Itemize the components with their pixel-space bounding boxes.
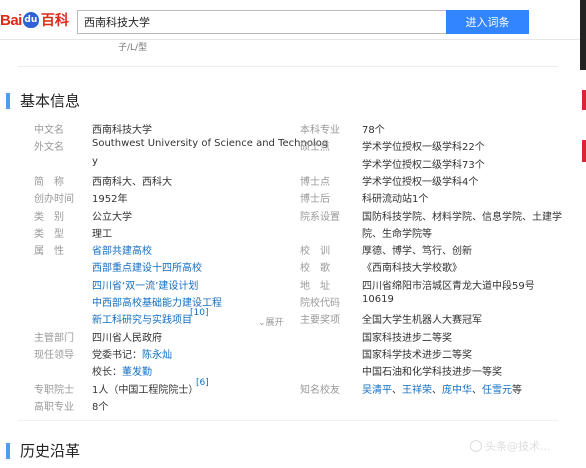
right-field-value: 学术学位授权二级学科73个 (362, 159, 485, 171)
left-field-value: 8个 (92, 401, 109, 413)
right-field-value: 中国石油和化学科技进步一等奖 (362, 367, 502, 379)
logo-bai-text: Bai (0, 11, 22, 29)
left-field-value: 理工 (92, 228, 112, 240)
left-field-value: 党委书记：陈永灿 (92, 346, 172, 361)
section-title: 历史沿革 (20, 442, 81, 460)
section-basic-info: 基本信息 (6, 90, 80, 111)
watermark-text: 头条@技术... (485, 440, 551, 453)
reference-link[interactable]: [6] (196, 378, 209, 388)
alumni-link[interactable]: 王祥荣 (402, 385, 432, 396)
watermark-icon (470, 440, 482, 452)
right-field-value: 学术学位授权一级学科4个 (362, 176, 479, 188)
alumni-separator: 、 (472, 384, 482, 396)
left-field-value: 西南科技大学 (92, 125, 152, 136)
right-edge-tab[interactable] (582, 140, 586, 162)
right-field-value: 四川省绵阳市涪城区青龙大道中段59号 (362, 280, 535, 292)
right-field-value: 国防科技学院、材料学院、信息学院、土建学 (362, 211, 562, 223)
right-field-value: 10619 (362, 294, 394, 305)
left-field-label: 专职院士 (34, 384, 74, 396)
reference-link[interactable]: [10] (190, 308, 208, 318)
right-field-label: 硕士点 (300, 142, 330, 154)
expand-button[interactable]: ⌄展开 (258, 315, 284, 328)
left-field-label: 类 别 (34, 211, 64, 223)
right-field-value: 国家科学技术进步二等奖 (362, 349, 472, 361)
right-field-value: 《西南科技大学校歌》 (362, 263, 462, 275)
right-field-label: 校 歌 (300, 263, 330, 275)
right-edge-tab[interactable] (582, 90, 586, 110)
alumni-link[interactable]: 吴清平 (362, 385, 392, 396)
left-field-label: 高职专业 (34, 401, 74, 413)
top-search-bar: Bai du 百科 进入词条 (0, 0, 586, 40)
president-prefix: 校长： (92, 367, 122, 379)
left-field-link[interactable]: 西部重点建设十四所高校 (92, 259, 202, 274)
left-field-label: 外文名 (34, 142, 64, 154)
expand-label: 展开 (265, 318, 284, 328)
secretary-link[interactable]: 陈永灿 (142, 350, 172, 361)
left-field-value: 公立大学 (92, 211, 132, 223)
secretary-prefix: 党委书记： (92, 349, 142, 361)
alumni-separator: 、 (432, 384, 442, 396)
left-field-label: 现任领导 (34, 349, 74, 361)
right-field-label: 校 训 (300, 246, 330, 258)
right-field-value: 78个 (362, 125, 385, 136)
left-field-value: 1人（中国工程院院士） (92, 384, 199, 396)
right-field-label: 院校代码 (300, 298, 340, 309)
enter-entry-button[interactable]: 进入词条 (446, 10, 529, 34)
alumni-separator: 、 (392, 384, 402, 396)
left-field-label: 中文名 (34, 125, 64, 136)
right-field-value: 科研流动站1个 (362, 194, 429, 206)
right-field-label: 知名校友 (300, 384, 340, 396)
divider (18, 66, 558, 67)
logo-baike-text: 百科 (40, 13, 69, 29)
right-field-label: 博士后 (300, 194, 330, 206)
paw-icon: du (22, 12, 39, 28)
right-field-value: 全国大学生机器人大赛冠军 (362, 315, 482, 327)
left-field-link[interactable]: 中西部高校基础能力建设工程 (92, 294, 222, 309)
left-field-label: 主管部门 (34, 332, 74, 344)
left-field-value: Southwest University of Science and Tech… (92, 138, 329, 150)
right-field-label: 院系设置 (300, 211, 340, 223)
divider (18, 420, 558, 421)
right-field-label: 主要奖项 (300, 315, 340, 327)
right-field-value: 国家科技进步二等奖 (362, 332, 452, 344)
right-field-label: 博士点 (300, 176, 330, 188)
right-field-value: 吴清平、王祥荣、庞中华、任雪元等 (362, 381, 522, 396)
alumni-link[interactable]: 庞中华 (442, 385, 472, 396)
left-field-label: 简 称 (34, 176, 64, 188)
left-field-value: 校长：董发勤 (92, 363, 152, 378)
section-history: 历史沿革 (6, 440, 80, 461)
left-field-value: y (92, 155, 98, 167)
right-field-value: 厚德、博学、笃行、创新 (362, 246, 472, 258)
left-field-label: 类 型 (34, 228, 64, 240)
left-field-label: 创办时间 (34, 194, 74, 206)
left-field-label: 属 性 (34, 246, 64, 258)
baidu-baike-logo[interactable]: Bai du 百科 (0, 10, 69, 30)
section-marker (6, 92, 10, 109)
left-field-link[interactable]: 四川省‘双一流’建设计划 (92, 277, 198, 292)
right-field-value: 学术学位授权一级学科22个 (362, 142, 485, 154)
watermark: 头条@技术... (470, 438, 551, 454)
right-edge-strip (580, 0, 586, 70)
section-marker (6, 442, 10, 459)
left-field-value: 1952年 (92, 194, 128, 206)
right-field-value: 院、生命学院等 (362, 228, 432, 240)
right-field-label: 本科专业 (300, 125, 340, 136)
left-field-value: 四川省人民政府 (92, 332, 162, 344)
search-input[interactable] (77, 10, 446, 34)
left-field-value: 西南科大、西科大 (92, 176, 172, 188)
left-field-link[interactable]: 省部共建高校 (92, 242, 152, 257)
right-field-label: 地 址 (300, 280, 330, 292)
section-title: 基本信息 (20, 92, 81, 110)
partial-text: 子/L/型 (118, 43, 148, 53)
alumni-suffix: 等 (512, 384, 522, 396)
president-link[interactable]: 董发勤 (122, 367, 152, 378)
left-field-link[interactable]: 新工科研究与实践项目 (92, 311, 192, 326)
alumni-link[interactable]: 任雪元 (482, 385, 512, 396)
